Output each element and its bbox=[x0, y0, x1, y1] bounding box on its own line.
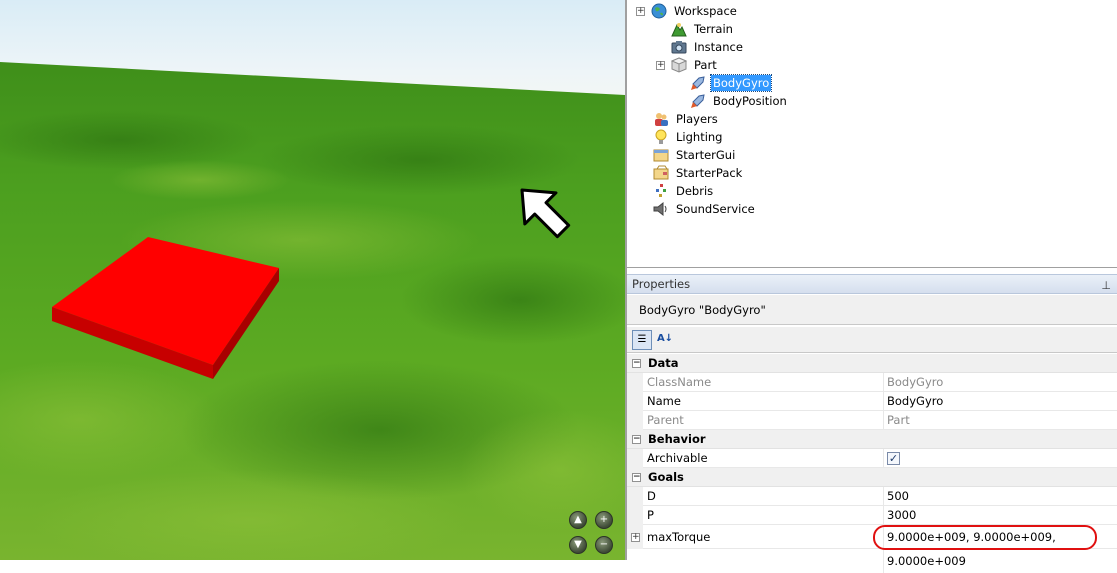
camera-zoom-in-button[interactable]: + bbox=[595, 511, 613, 529]
camera-zoom-out-button[interactable]: − bbox=[595, 536, 613, 554]
archivable-checkbox[interactable]: ✓ bbox=[887, 452, 900, 465]
expand-toggle-icon[interactable]: + bbox=[631, 533, 640, 542]
camera-tilt-up-button[interactable]: ▲ bbox=[569, 511, 587, 529]
bodymover-rocket-icon bbox=[691, 76, 705, 90]
tree-item-lighting[interactable]: Lighting bbox=[653, 128, 724, 146]
tree-item-label: Instance bbox=[694, 40, 743, 54]
property-row-name[interactable]: Name BodyGyro bbox=[627, 392, 1117, 411]
property-name: D bbox=[647, 489, 656, 503]
bodymover-rocket-icon bbox=[691, 94, 705, 108]
property-row-archivable[interactable]: Archivable ✓ bbox=[627, 449, 1117, 468]
property-name: P bbox=[647, 508, 654, 522]
collapse-toggle-icon[interactable]: − bbox=[632, 473, 641, 482]
tree-item-debris[interactable]: Debris bbox=[653, 182, 715, 200]
terrain-icon bbox=[671, 23, 687, 37]
selected-object-title: BodyGyro "BodyGyro" bbox=[627, 295, 1117, 325]
tree-item-label: StarterPack bbox=[676, 166, 743, 180]
explorer-tree: + Workspace Terrain Instance + Part Body… bbox=[627, 0, 1117, 268]
row-gutter bbox=[627, 411, 643, 430]
tree-item-label: BodyPosition bbox=[713, 94, 787, 108]
tree-item-part[interactable]: + Part bbox=[656, 56, 719, 74]
tree-item-label: Part bbox=[694, 58, 717, 72]
starterpack-icon bbox=[653, 165, 669, 180]
pin-icon[interactable]: ⊥ bbox=[1101, 277, 1111, 295]
property-row-maxtorque[interactable]: + maxTorque 9.0000e+009, 9.0000e+009, 9.… bbox=[627, 525, 1117, 573]
category-label: Data bbox=[648, 356, 679, 370]
part-brick-icon bbox=[671, 57, 687, 73]
property-value: BodyGyro bbox=[883, 373, 1117, 392]
row-gutter bbox=[627, 392, 643, 411]
right-panel: + Workspace Terrain Instance + Part Body… bbox=[625, 0, 1117, 573]
tree-item-label: Workspace bbox=[674, 4, 737, 18]
alphabetical-sort-icon[interactable]: A↓ bbox=[655, 330, 675, 350]
players-icon bbox=[655, 113, 668, 126]
category-behavior[interactable]: − Behavior bbox=[627, 430, 1117, 449]
3d-viewport[interactable]: ▲ + ▼ − bbox=[0, 0, 625, 560]
tree-item-instance[interactable]: Instance bbox=[671, 38, 745, 56]
property-row-p[interactable]: P 3000 bbox=[627, 506, 1117, 525]
category-data[interactable]: − Data bbox=[627, 354, 1117, 373]
collapse-toggle-icon[interactable]: − bbox=[632, 359, 641, 368]
tree-item-bodyposition[interactable]: BodyPosition bbox=[690, 92, 789, 110]
tree-item-workspace[interactable]: + Workspace bbox=[636, 2, 739, 20]
property-value: Part bbox=[883, 411, 1117, 430]
camera-tilt-down-button[interactable]: ▼ bbox=[569, 536, 587, 554]
tree-item-soundservice[interactable]: SoundService bbox=[653, 200, 757, 218]
expand-toggle-icon[interactable]: + bbox=[656, 60, 665, 70]
category-label: Goals bbox=[648, 470, 684, 484]
speaker-icon bbox=[653, 201, 667, 217]
row-gutter bbox=[627, 506, 643, 525]
row-gutter bbox=[627, 487, 643, 506]
tree-item-bodygyro[interactable]: BodyGyro bbox=[690, 74, 773, 92]
tree-item-label: Terrain bbox=[694, 22, 733, 36]
property-value[interactable]: 3000 bbox=[883, 506, 1117, 525]
properties-panel-header: Properties ⊥ bbox=[627, 274, 1117, 294]
properties-toolbar: ☰ A↓ bbox=[627, 327, 1117, 353]
startergui-icon bbox=[653, 149, 669, 162]
property-name: Name bbox=[647, 394, 681, 408]
tree-item-startergui[interactable]: StarterGui bbox=[653, 146, 737, 164]
expand-toggle-icon[interactable]: + bbox=[636, 6, 645, 16]
property-name: maxTorque bbox=[647, 530, 711, 544]
property-name: ClassName bbox=[647, 375, 712, 389]
collapse-toggle-icon[interactable]: − bbox=[632, 435, 641, 444]
property-row-classname[interactable]: ClassName BodyGyro bbox=[627, 373, 1117, 392]
tree-item-label: StarterGui bbox=[676, 148, 736, 162]
property-name: Parent bbox=[647, 413, 684, 427]
row-gutter bbox=[627, 449, 643, 468]
tree-item-label: SoundService bbox=[676, 202, 755, 216]
instance-camera-icon bbox=[671, 41, 687, 54]
tree-item-label: BodyGyro bbox=[709, 74, 773, 92]
property-row-d[interactable]: D 500 bbox=[627, 487, 1117, 506]
category-label: Behavior bbox=[648, 432, 706, 446]
tree-item-starterpack[interactable]: StarterPack bbox=[653, 164, 744, 182]
tree-item-label: Debris bbox=[676, 184, 714, 198]
property-row-parent[interactable]: Parent Part bbox=[627, 411, 1117, 430]
scene-render bbox=[0, 0, 625, 560]
categorized-view-icon[interactable]: ☰ bbox=[632, 330, 652, 350]
property-value: ✓ bbox=[883, 449, 1117, 468]
tree-item-label: Lighting bbox=[676, 130, 723, 144]
workspace-globe-icon bbox=[651, 3, 667, 19]
tree-item-players[interactable]: Players bbox=[653, 110, 720, 128]
property-grid: − Data ClassName BodyGyro Name BodyGyro … bbox=[627, 354, 1117, 573]
tree-item-label: Players bbox=[676, 112, 718, 126]
property-value[interactable]: BodyGyro bbox=[883, 392, 1117, 411]
row-gutter bbox=[627, 373, 643, 392]
lightbulb-icon bbox=[655, 129, 667, 144]
property-value[interactable]: 500 bbox=[883, 487, 1117, 506]
debris-icon bbox=[656, 184, 666, 197]
category-goals[interactable]: − Goals bbox=[627, 468, 1117, 487]
property-name: Archivable bbox=[647, 451, 708, 465]
properties-panel-title: Properties bbox=[632, 277, 691, 291]
highlight-annotation-circle bbox=[873, 525, 1097, 550]
tree-item-terrain[interactable]: Terrain bbox=[671, 20, 735, 38]
